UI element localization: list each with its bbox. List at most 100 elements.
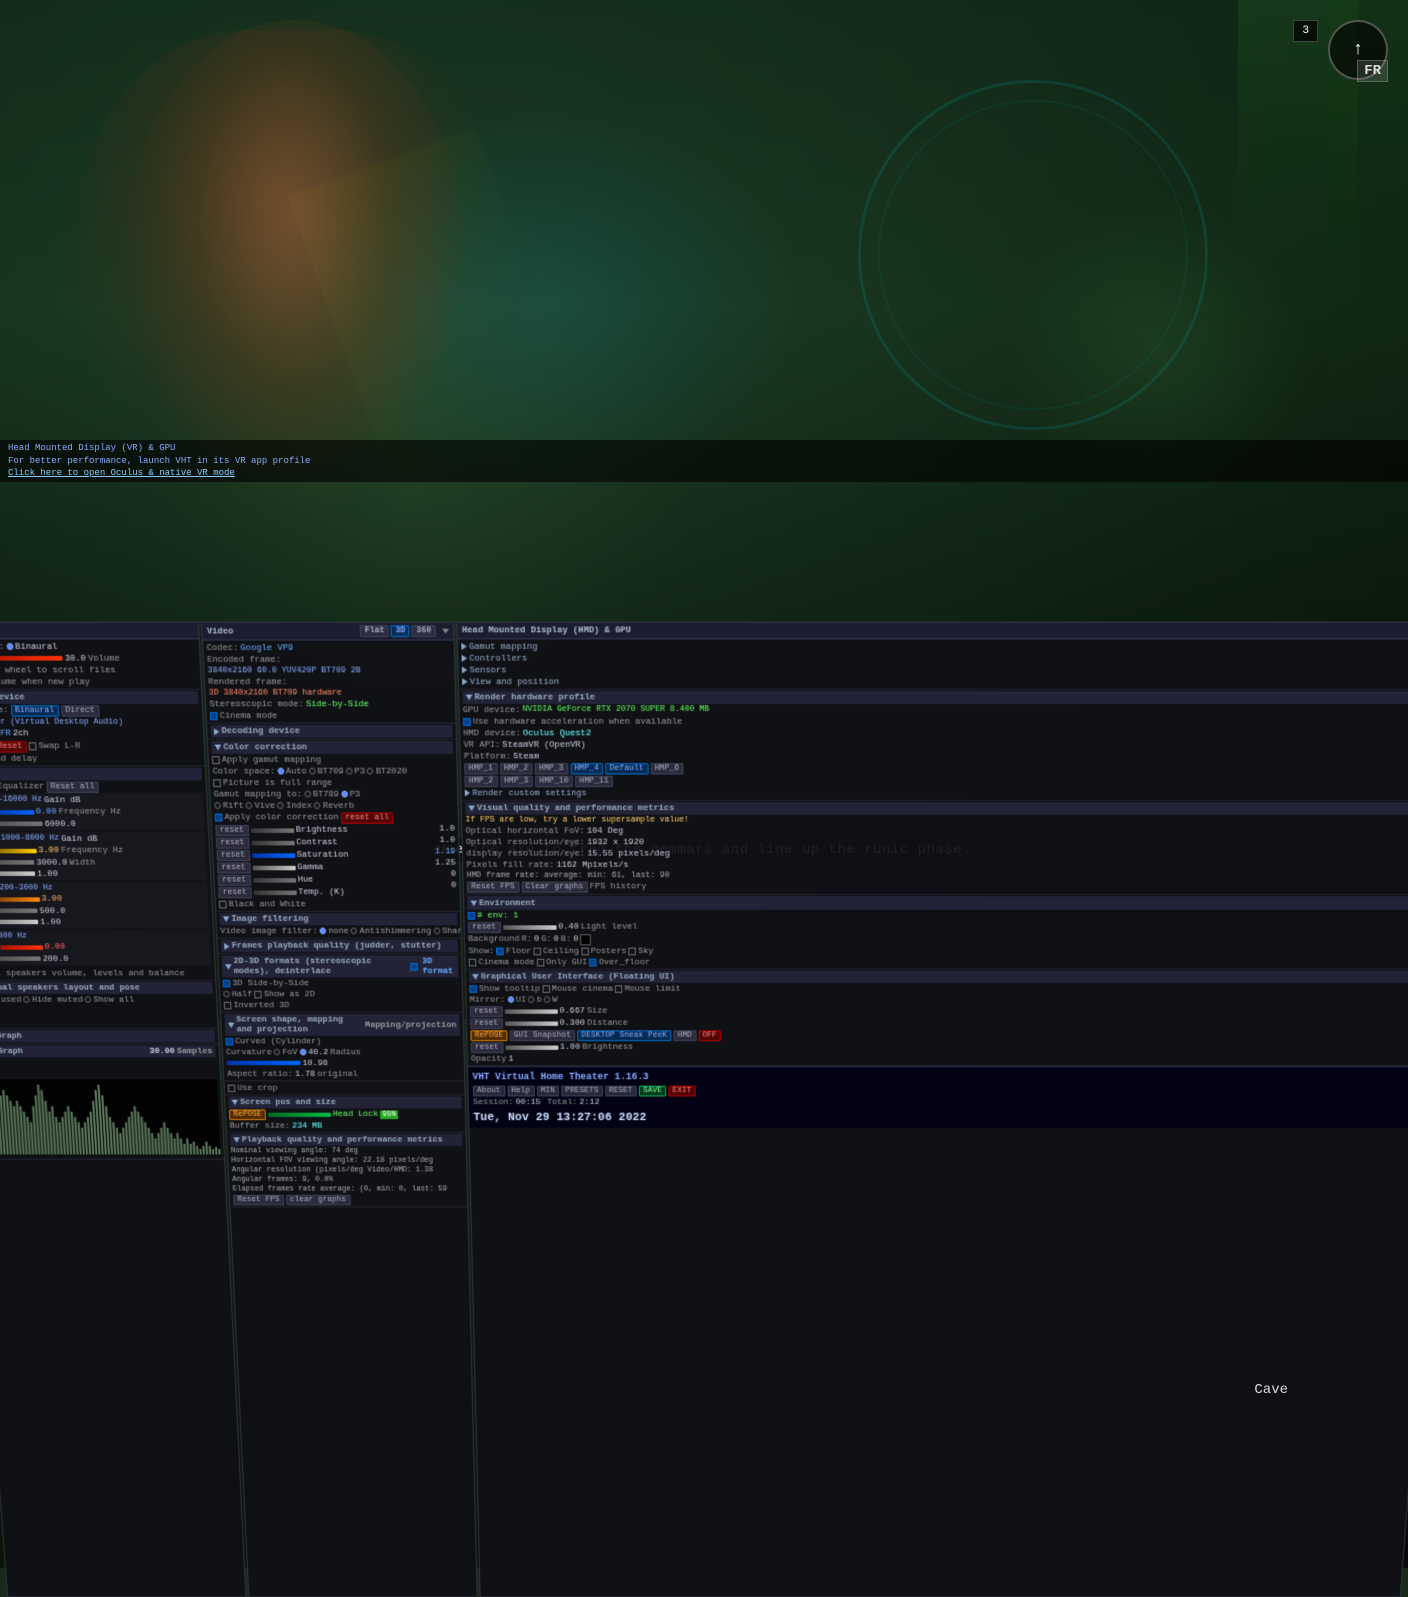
graph-3d-title[interactable]: 3D Graph <box>0 1030 215 1042</box>
playback-quality-title[interactable]: Playback quality and performance metrics <box>230 1134 463 1146</box>
reverb-radio[interactable] <box>314 802 321 809</box>
show-2d-checkbox[interactable] <box>254 990 262 998</box>
visual-quality-title[interactable]: Visual quality and performance metrics <box>465 802 1408 815</box>
vive-radio[interactable] <box>246 802 253 809</box>
contrast-slider[interactable] <box>251 840 294 845</box>
cinema-mode-checkbox[interactable] <box>210 711 218 719</box>
hmp3-btn[interactable]: HMP_3 <box>535 762 568 774</box>
use-crop-checkbox[interactable] <box>228 1084 236 1092</box>
hmp2b-btn[interactable]: HMP_2 <box>464 775 497 786</box>
temp-slider[interactable] <box>253 890 296 894</box>
exit-btn[interactable]: EXIT <box>668 1085 695 1096</box>
apply-gamut-checkbox[interactable] <box>212 755 220 763</box>
color-p3-radio[interactable] <box>346 767 353 774</box>
2d3d-format-checkbox[interactable] <box>411 962 419 970</box>
black-white-checkbox[interactable] <box>219 900 227 908</box>
video-dropdown-icon[interactable] <box>442 628 449 633</box>
tab-flat[interactable]: Flat <box>360 625 389 637</box>
reset-fps-hmd-btn[interactable]: Reset FPS <box>467 881 519 892</box>
gui-title[interactable]: Graphical User Interface (Floating UI) <box>469 970 1408 982</box>
reset-fps-video-btn[interactable]: Reset FPS <box>233 1194 284 1205</box>
repose-btn[interactable]: RePOSE <box>229 1108 266 1119</box>
show-all-radio[interactable] <box>85 996 92 1003</box>
about-btn[interactable]: About <box>473 1085 505 1096</box>
tab-360[interactable]: 360 <box>412 625 436 637</box>
fov-radio[interactable] <box>299 1048 306 1055</box>
repose-gui-btn[interactable]: RePOSE <box>470 1029 507 1040</box>
half-radio[interactable] <box>223 990 230 997</box>
only-gui-checkbox[interactable] <box>537 958 545 966</box>
show-posters-checkbox[interactable] <box>581 947 589 955</box>
show-tooltip-checkbox[interactable] <box>469 984 477 992</box>
low-gain-slider[interactable] <box>0 944 43 948</box>
hw-accel-checkbox[interactable] <box>463 717 471 725</box>
reset-brightness-btn[interactable]: reset <box>215 824 248 835</box>
reset-distance-btn[interactable]: reset <box>470 1017 503 1028</box>
save-btn[interactable]: SAVE <box>639 1085 666 1096</box>
decoding-device-title[interactable]: Decoding device <box>210 724 452 737</box>
reset-all-btn[interactable]: Reset all <box>46 780 99 791</box>
gui-snapshot-btn[interactable]: GUI Snapshot <box>509 1029 575 1040</box>
brightness-hmd-slider[interactable] <box>505 1045 558 1049</box>
help-btn[interactable]: Help <box>507 1085 535 1096</box>
low-mid-width-slider[interactable] <box>0 919 38 923</box>
volume-slider[interactable] <box>0 655 63 660</box>
over-floor-checkbox[interactable] <box>589 958 597 966</box>
render-hardware-title[interactable]: Render hardware profile <box>462 691 1408 704</box>
hmd-btn[interactable]: HMD <box>673 1029 696 1040</box>
reset-all-color-btn[interactable]: reset all <box>341 811 394 822</box>
desktop-sneak-peek-btn[interactable]: DESKTOP Sneak PeeK <box>577 1029 671 1040</box>
direct-btn[interactable]: Direct <box>61 704 100 716</box>
filter-sharpen-radio[interactable] <box>433 927 440 934</box>
saturation-slider[interactable] <box>252 852 295 857</box>
reset-light-btn[interactable]: reset <box>468 921 501 932</box>
hue-slider[interactable] <box>253 877 296 882</box>
view-position-nav[interactable]: View and position <box>470 676 560 687</box>
light-slider[interactable] <box>503 924 556 928</box>
screen-pos-title[interactable]: Screen pos and size <box>228 1096 461 1108</box>
high-freq-slider[interactable] <box>0 821 43 826</box>
graph-2d-title[interactable]: 2D Graph 30.00 Samples <box>0 1045 216 1057</box>
show-sky-checkbox[interactable] <box>629 947 637 955</box>
presets-btn[interactable]: PRESETS <box>561 1085 603 1096</box>
reset-gamma-btn[interactable]: reset <box>217 861 250 872</box>
high-mid-gain-slider[interactable] <box>0 848 36 853</box>
reset-contrast-btn[interactable]: reset <box>216 836 249 847</box>
high-mid-freq-slider[interactable] <box>0 860 34 865</box>
default-btn[interactable]: Default <box>605 762 648 774</box>
color-bt2020-radio[interactable] <box>367 767 374 774</box>
sbs-checkbox[interactable] <box>223 979 231 987</box>
reset-size-btn[interactable]: reset <box>470 1005 503 1016</box>
output-device-title[interactable]: Output device <box>0 691 198 704</box>
2d3d-formats-title[interactable]: 2D-3D formats (stereoscopic modes), dein… <box>221 955 458 977</box>
environment-title[interactable]: Environment EditE <box>467 896 1408 909</box>
filter-antishimmering-radio[interactable] <box>351 927 358 934</box>
swap-lr-checkbox[interactable] <box>29 742 37 750</box>
mouse-cinema-checkbox[interactable] <box>542 984 550 992</box>
min-btn[interactable]: MIN <box>536 1085 559 1096</box>
high-mid-width-slider[interactable] <box>0 871 35 876</box>
effects-title[interactable]: Effects <box>0 767 202 780</box>
off-btn[interactable]: OFF <box>698 1029 721 1040</box>
hmp6-btn[interactable]: HMP_6 <box>650 762 683 774</box>
gamut-bt789-radio[interactable] <box>304 790 311 797</box>
head-lock-slider[interactable] <box>268 1112 331 1116</box>
hmp4-btn[interactable]: HMP_4 <box>570 762 603 774</box>
hmp3b-btn[interactable]: HMP_3 <box>500 775 533 786</box>
render-custom-label[interactable]: Render custom settings <box>472 787 587 797</box>
color-bt709-radio[interactable] <box>309 767 316 774</box>
gamma-slider[interactable] <box>252 865 295 870</box>
low-freq-slider[interactable] <box>0 956 41 960</box>
curved-checkbox[interactable] <box>225 1037 233 1045</box>
reset-temp-btn[interactable]: reset <box>218 886 251 897</box>
rift-radio[interactable] <box>214 802 221 809</box>
reset-hue-btn[interactable]: reset <box>218 874 251 885</box>
fov-slider[interactable] <box>227 1060 301 1064</box>
show-ceiling-checkbox[interactable] <box>533 947 541 955</box>
index-radio[interactable] <box>277 802 284 809</box>
filter-none-radio[interactable] <box>320 927 327 934</box>
low-mid-freq-slider[interactable] <box>0 908 38 912</box>
hmp11-btn[interactable]: HMP_11 <box>575 775 613 786</box>
virtual-speakers-title[interactable]: Virtual speakers layout and pose <box>0 981 213 993</box>
hmp1-btn[interactable]: HMP_1 <box>464 762 497 774</box>
